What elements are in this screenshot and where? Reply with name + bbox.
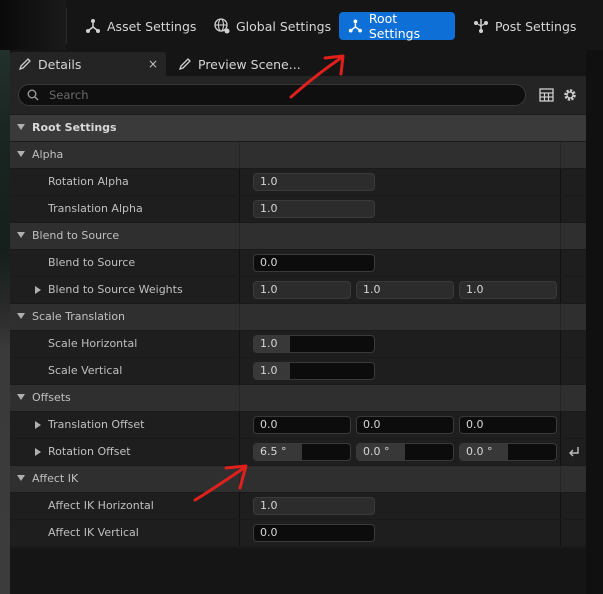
reset-arrow-icon[interactable]: [567, 444, 581, 458]
translation-offset-y-field[interactable]: 0.0: [356, 416, 454, 434]
affect-ik-horizontal-field[interactable]: 1.0: [253, 497, 375, 515]
chevron-down-icon: [17, 313, 25, 319]
translation-offset-x-field[interactable]: 0.0: [253, 416, 351, 434]
chevron-down-icon: [17, 475, 25, 481]
chevron-down-icon: [17, 151, 25, 157]
rotation-alpha-field[interactable]: 1.0: [253, 173, 375, 191]
asset-settings-icon: [86, 19, 100, 33]
gear-icon[interactable]: [561, 86, 579, 104]
post-settings-icon: [474, 19, 488, 33]
editor-toolbar: Asset Settings Global Settings Root Sett…: [0, 0, 603, 50]
tab-details[interactable]: Details ×: [10, 52, 166, 76]
property-translation-offset: Translation Offset 0.0 0.0 0.0: [10, 412, 586, 438]
category-label: Affect IK: [32, 472, 79, 485]
property-label: Blend to Source: [48, 256, 136, 269]
property-label: Blend to Source Weights: [48, 283, 183, 296]
property-rotation-offset: Rotation Offset 6.5 ° 0.0 ° 0.0 °: [10, 439, 586, 465]
root-settings-button[interactable]: Root Settings: [339, 11, 455, 41]
table-view-icon[interactable]: [537, 86, 555, 104]
rotation-offset-yaw-slider[interactable]: 0.0 °: [459, 443, 557, 461]
post-settings-label: Post Settings: [495, 18, 577, 34]
global-settings-label: Global Settings: [236, 18, 332, 34]
global-settings-button[interactable]: Global Settings: [205, 12, 339, 40]
category-root-settings[interactable]: Root Settings: [10, 115, 586, 141]
pencil-icon: [178, 58, 191, 71]
search-icon: [27, 89, 39, 101]
search-box[interactable]: [18, 84, 526, 106]
details-panel: Details × Preview Scene... Search Root S…: [10, 50, 586, 548]
category-affect-ik[interactable]: Affect IK: [10, 466, 586, 492]
pencil-icon: [18, 58, 31, 71]
category-scale-translation[interactable]: Scale Translation: [10, 304, 586, 330]
property-rotation-alpha: Rotation Alpha 1.0: [10, 169, 586, 195]
chevron-right-icon[interactable]: [35, 421, 41, 429]
property-label: Scale Vertical: [48, 364, 123, 377]
property-affect-ik-horizontal: Affect IK Horizontal 1.0: [10, 493, 586, 519]
property-label: Translation Offset: [48, 418, 145, 431]
property-blend-to-source: Blend to Source 0.0: [10, 250, 586, 276]
toolbar-left-area: [0, 0, 66, 50]
property-translation-alpha: Translation Alpha 1.0: [10, 196, 586, 222]
category-alpha[interactable]: Alpha: [10, 142, 586, 168]
weights-y-field[interactable]: 1.0: [356, 281, 454, 299]
scale-horizontal-slider[interactable]: 1.0: [253, 335, 375, 353]
property-label: Scale Horizontal: [48, 337, 138, 350]
chevron-down-icon: [17, 232, 25, 238]
property-label: Translation Alpha: [48, 202, 143, 215]
category-offsets[interactable]: Offsets: [10, 385, 586, 411]
weights-z-field[interactable]: 1.0: [459, 281, 557, 299]
blend-to-source-field[interactable]: 0.0: [253, 254, 375, 272]
property-blend-to-source-weights: Blend to Source Weights 1.0 1.0 1.0: [10, 277, 586, 303]
rotation-offset-roll-slider[interactable]: 6.5 °: [253, 443, 351, 461]
property-affect-ik-vertical: Affect IK Vertical 0.0: [10, 520, 586, 546]
asset-settings-button[interactable]: Asset Settings: [76, 12, 204, 40]
post-settings-button[interactable]: Post Settings: [464, 12, 584, 40]
property-scale-vertical: Scale Vertical 1.0: [10, 358, 586, 384]
translation-alpha-field[interactable]: 1.0: [253, 200, 375, 218]
panel-tab-bar: Details × Preview Scene...: [10, 50, 586, 76]
tab-preview-scene[interactable]: Preview Scene...: [170, 52, 330, 76]
tab-details-label: Details: [38, 56, 82, 72]
category-label: Offsets: [32, 391, 71, 404]
scale-vertical-slider[interactable]: 1.0: [253, 362, 375, 380]
affect-ik-vertical-field[interactable]: 0.0: [253, 524, 375, 542]
rotation-offset-pitch-slider[interactable]: 0.0 °: [356, 443, 454, 461]
root-settings-icon: [348, 19, 362, 33]
viewport-edge: [0, 50, 10, 594]
close-icon[interactable]: ×: [148, 57, 158, 71]
category-label: Alpha: [32, 148, 64, 161]
panel-right-edge: [586, 50, 603, 594]
tab-preview-scene-label: Preview Scene...: [198, 56, 301, 72]
toolbar-separator: [66, 8, 67, 44]
chevron-down-icon: [17, 124, 25, 130]
property-label: Rotation Offset: [48, 445, 131, 458]
category-label: Root Settings: [32, 121, 117, 134]
category-blend-to-source[interactable]: Blend to Source: [10, 223, 586, 249]
weights-x-field[interactable]: 1.0: [253, 281, 351, 299]
property-label: Affect IK Horizontal: [48, 499, 154, 512]
category-label: Blend to Source: [32, 229, 120, 242]
globe-icon: [214, 18, 230, 34]
property-label: Affect IK Vertical: [48, 526, 139, 539]
chevron-right-icon[interactable]: [35, 286, 41, 294]
root-settings-label: Root Settings: [368, 11, 421, 41]
search-input[interactable]: [47, 87, 491, 103]
property-label: Rotation Alpha: [48, 175, 129, 188]
translation-offset-z-field[interactable]: 0.0: [459, 416, 557, 434]
category-label: Scale Translation: [32, 310, 126, 323]
search-row: [10, 76, 586, 114]
property-scale-horizontal: Scale Horizontal 1.0: [10, 331, 586, 357]
asset-settings-label: Asset Settings: [107, 18, 197, 34]
chevron-right-icon[interactable]: [35, 448, 41, 456]
chevron-down-icon: [17, 394, 25, 400]
